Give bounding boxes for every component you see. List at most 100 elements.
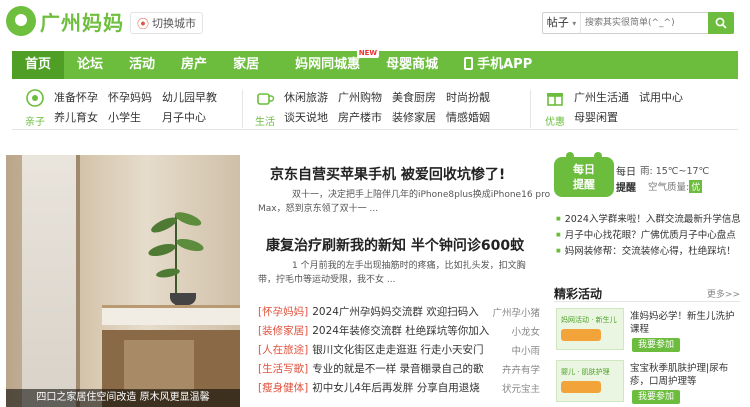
cat-link[interactable]: 广州购物 xyxy=(338,88,382,108)
hero-door xyxy=(22,155,80,407)
category-deals-link[interactable]: 优惠 xyxy=(540,88,570,128)
category-life-link[interactable]: 生活 xyxy=(250,88,280,128)
list-item[interactable]: [怀孕妈妈] 2024广州孕妈妈交流群 欢迎扫码入 广州孕小猪 xyxy=(258,302,540,321)
reminder-links: 2024入学群来啦！入群交流最新升学信息 月子中心找花眼？广佛优质月子中心盘点 … xyxy=(556,211,740,259)
activities-more-link[interactable]: 更多>> xyxy=(707,287,740,300)
category-parenting-link[interactable]: 亲子 xyxy=(20,88,50,128)
daily-reminder-badge[interactable]: 每日 提醒 xyxy=(554,152,614,197)
search-box: 帖子 ▾ xyxy=(542,12,734,34)
cat-link[interactable]: 时尚扮靓 xyxy=(446,88,490,108)
plant-illustration xyxy=(148,212,204,305)
cat-link[interactable]: 月子中心 xyxy=(162,108,217,128)
divider xyxy=(530,90,531,128)
headline-1-summary-line1: 双十一，决定把手上陪伴几年的iPhone8plus换成iPhone16 pro xyxy=(292,190,551,200)
cat-link[interactable]: 母婴闲置 xyxy=(574,108,629,128)
weather-widget: 每日 雨: 15℃~17℃ 提醒 空气质量: 优 xyxy=(616,163,746,199)
list-item-author[interactable]: 中小雨 xyxy=(511,343,540,357)
search-scope-select[interactable]: 帖子 ▾ xyxy=(543,13,581,33)
hero-image[interactable]: 四口之家居住空间改造 原木风更显温馨 xyxy=(6,155,240,407)
category-deals-links: 广州生活通 母婴闲置 试用中心 xyxy=(574,88,683,128)
activities-header: 精彩活动 更多>> xyxy=(554,284,740,302)
category-parenting-links: 准备怀孕 养儿育女 怀孕妈妈 小学生 幼儿园早教 月子中心 xyxy=(54,88,217,128)
list-item-author[interactable]: 广州孕小猪 xyxy=(492,305,540,319)
activity-title[interactable]: 宝宝秋季肌肤护理|尿布疹，口周护理等 xyxy=(630,362,742,388)
list-item-tag[interactable]: [怀孕妈妈] xyxy=(258,304,308,319)
weather-remind-label: 提醒 xyxy=(616,183,636,194)
nav-home[interactable]: 首页 xyxy=(12,51,65,79)
cat-link[interactable]: 休闲旅游 xyxy=(284,88,328,108)
cat-link[interactable]: 房产楼市 xyxy=(338,108,382,128)
cat-link[interactable]: 广州生活通 xyxy=(574,88,629,108)
search-input[interactable] xyxy=(581,14,705,32)
cat-link[interactable]: 小学生 xyxy=(108,108,152,128)
category-life-links: 休闲旅游 谈天说地 广州购物 房产楼市 美食厨房 装修家居 时尚扮靓 情感婚姻 xyxy=(284,88,490,128)
list-item-text[interactable]: 专业的就是不一样 录音棚录自己的歌 xyxy=(312,361,483,376)
activity-thumbnail[interactable]: 妈网活动 · 新生儿 xyxy=(556,308,624,350)
headline-2[interactable]: 康复治疗刷新我的新知 半个钟问诊600蚊 xyxy=(266,235,524,255)
daily-line1: 每日 xyxy=(573,163,595,176)
list-item-author[interactable]: 状元宝主 xyxy=(502,381,540,395)
list-item-author[interactable]: 卉卉有学 xyxy=(502,362,540,376)
headline-1[interactable]: 京东自营买苹果手机 被爱回收坑惨了! xyxy=(270,164,505,184)
nav-home-decor[interactable]: 家居 xyxy=(220,51,272,79)
cat-link[interactable]: 美食厨房 xyxy=(392,88,436,108)
hero-pot xyxy=(170,293,196,305)
nav-realestate[interactable]: 房产 xyxy=(168,51,220,79)
list-item[interactable]: [装修家居] 2024年装修交流群 杜绝踩坑等你加入 小龙女 xyxy=(258,321,540,340)
list-item-tag[interactable]: [人在旅途] xyxy=(258,342,308,357)
nav-forum[interactable]: 论坛 xyxy=(64,51,116,79)
list-item-tag[interactable]: [瘦身健体] xyxy=(258,380,308,395)
activity-title[interactable]: 准妈妈必学！新生儿洗护课程 xyxy=(630,310,742,336)
cat-link[interactable]: 情感婚姻 xyxy=(446,108,490,128)
category-parenting-label: 亲子 xyxy=(25,117,45,128)
join-button[interactable]: 我要参加 xyxy=(632,338,681,352)
list-item[interactable]: [人在旅途] 银川文化街区走走逛逛 行走小天安门 中小雨 xyxy=(258,340,540,359)
list-item-tag[interactable]: [生活写歌] xyxy=(258,361,308,376)
nav-mall[interactable]: 母婴商城 xyxy=(373,51,451,79)
list-item[interactable]: [瘦身健体] 初中女儿4年后再发胖 分享自用退烧 状元宝主 xyxy=(258,378,540,397)
hero-caption[interactable]: 四口之家居住空间改造 原木风更显温馨 xyxy=(6,389,240,407)
cat-link[interactable]: 试用中心 xyxy=(639,88,683,108)
headline-2-summary-line1: 1 个月前我的左手出现抽筋时的疼痛，比如扎头发，扣文胸 xyxy=(292,261,526,271)
nav-local-deals[interactable]: 妈网同城惠 NEW xyxy=(282,49,380,79)
cup-icon xyxy=(257,93,275,105)
list-item-text[interactable]: 2024年装修交流群 杜绝踩坑等你加入 xyxy=(312,323,489,338)
nav-app[interactable]: 手机APP xyxy=(451,51,545,79)
cat-link[interactable]: 怀孕妈妈 xyxy=(108,88,152,108)
air-quality: 空气质量: 优 xyxy=(648,179,703,193)
nav-app-label: 手机APP xyxy=(477,57,533,72)
location-pin-icon: ⦿ xyxy=(137,16,150,31)
list-item-text[interactable]: 初中女儿4年后再发胖 分享自用退烧 xyxy=(312,380,480,395)
category-panel: 亲子 准备怀孕 养儿育女 怀孕妈妈 小学生 幼儿园早教 月子中心 生活 休闲旅游… xyxy=(12,80,738,130)
search-button[interactable] xyxy=(708,12,734,34)
activity-thumbnail[interactable]: 婴儿 · 肌肤护理 xyxy=(556,360,624,402)
list-item-author[interactable]: 小龙女 xyxy=(511,324,540,338)
cat-link[interactable]: 养儿育女 xyxy=(54,108,98,128)
chevron-down-icon: ▾ xyxy=(572,19,577,28)
join-button[interactable]: 我要参加 xyxy=(632,390,681,404)
list-item-text[interactable]: 2024广州孕妈妈交流群 欢迎扫码入 xyxy=(312,304,479,319)
activity-card[interactable]: 妈网活动 · 新生儿 准妈妈必学！新生儿洗护课程 我要参加 xyxy=(556,308,742,354)
reminder-link[interactable]: 2024入学群来啦！入群交流最新升学信息 xyxy=(556,211,740,227)
divider xyxy=(242,90,243,128)
activity-card[interactable]: 婴儿 · 肌肤护理 宝宝秋季肌肤护理|尿布疹，口周护理等 我要参加 xyxy=(556,360,742,406)
site-logo[interactable]: 广州妈妈 xyxy=(6,6,124,36)
nav-events[interactable]: 活动 xyxy=(116,51,168,79)
activities-title: 精彩活动 xyxy=(554,287,603,301)
list-item[interactable]: [生活写歌] 专业的就是不一样 录音棚录自己的歌 卉卉有学 xyxy=(258,359,540,378)
air-quality-label: 空气质量: xyxy=(648,182,690,193)
switch-city-button[interactable]: ⦿ 切换城市 xyxy=(130,12,204,34)
site-header: 广州妈妈 ⦿ 切换城市 帖子 ▾ xyxy=(0,0,750,48)
list-item-text[interactable]: 银川文化街区走走逛逛 行走小天安门 xyxy=(312,342,483,357)
activity-thumb-text: 婴儿 · 肌肤护理 xyxy=(561,368,610,376)
list-item-tag[interactable]: [装修家居] xyxy=(258,323,308,338)
reminder-link[interactable]: 月子中心找花眼？广佛优质月子中心盘点 xyxy=(556,227,740,243)
activity-thumb-text: 妈网活动 · 新生儿 xyxy=(561,316,617,324)
cat-link[interactable]: 装修家居 xyxy=(392,108,436,128)
cat-link[interactable]: 谈天说地 xyxy=(284,108,328,128)
hero-shelf xyxy=(102,305,240,325)
cat-link[interactable]: 幼儿园早教 xyxy=(162,88,217,108)
reminder-link[interactable]: 妈网装修帮：交流装修心得，杜绝踩坑！ xyxy=(556,243,740,259)
cat-link[interactable]: 准备怀孕 xyxy=(54,88,98,108)
activity-thumb-banner xyxy=(561,381,601,393)
